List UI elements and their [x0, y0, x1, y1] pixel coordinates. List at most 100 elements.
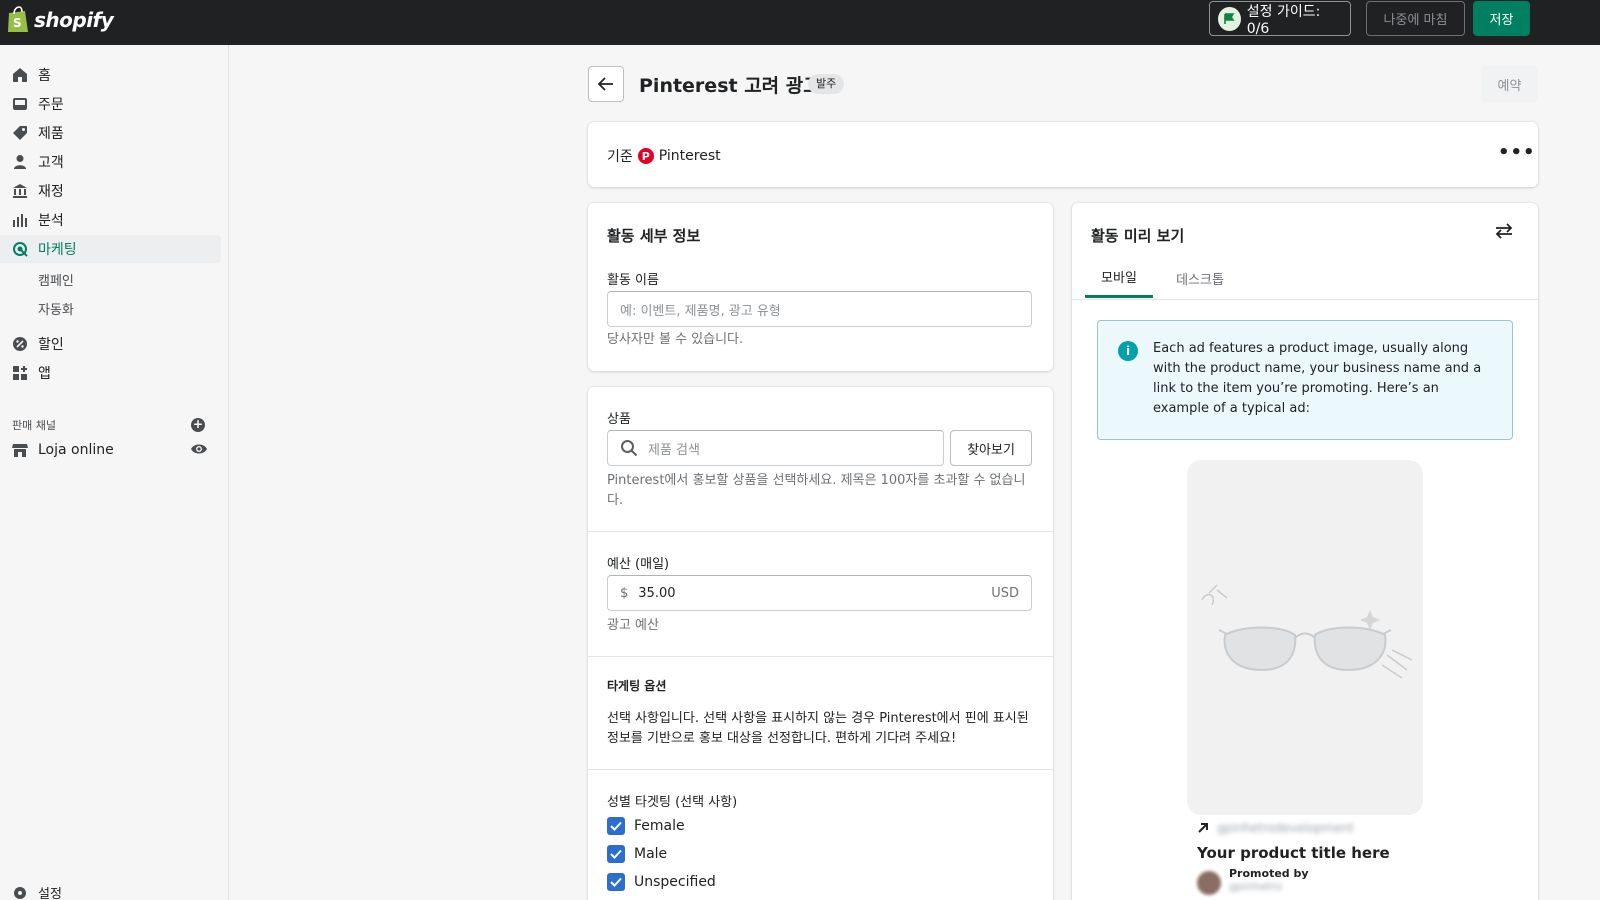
sidebar-item-products[interactable]: 제품 [0, 119, 221, 147]
sidebar-item-label: 제품 [38, 126, 64, 142]
sidebar-item-analytics[interactable]: 분석 [0, 206, 221, 234]
currency-prefix: $ [620, 585, 629, 601]
bank-icon [12, 183, 28, 199]
activity-details-title: 활동 세부 정보 [607, 227, 701, 245]
checkbox-label: Unspecified [634, 874, 716, 890]
promoted-by-label: Promoted by [1229, 867, 1309, 880]
activity-name-label: 활동 이름 [607, 273, 659, 288]
source-card: 기준 P Pinterest ••• [588, 122, 1538, 187]
sidebar-subitem-campaigns[interactable]: 캠페인 [38, 270, 74, 289]
pin-link-url: gpinhetrodevelopment [1217, 821, 1355, 835]
tab-mobile[interactable]: 모바일 [1085, 258, 1153, 298]
gender-targeting-label: 성별 타겟팅 (선택 사항) [607, 795, 738, 810]
arrow-up-right-icon [1198, 823, 1208, 833]
source-platform: Pinterest [658, 148, 721, 164]
add-channel-icon[interactable]: + [191, 418, 205, 432]
sidebar-item-marketing[interactable]: 마케팅 [0, 235, 221, 263]
sidebar-item-discounts[interactable]: 할인 [0, 330, 221, 358]
discount-icon [12, 336, 28, 352]
sales-channels-heading: 판매 채널 [12, 419, 56, 432]
person-icon [12, 154, 28, 170]
arrow-left-icon [598, 77, 613, 91]
pin-product-title: Your product title here [1197, 844, 1390, 862]
flag-icon [1218, 6, 1241, 31]
sidebar-subitem-automations[interactable]: 자동화 [38, 299, 74, 318]
gender-checkbox-male[interactable]: Male [607, 845, 667, 863]
finish-later-button[interactable]: 나중에 마침 [1366, 1, 1465, 36]
tab-desktop[interactable]: 데스크톱 [1165, 258, 1235, 298]
source-prefix: 기준 [607, 149, 633, 165]
sidebar-item-label: 마케팅 [38, 242, 77, 258]
sidebar-item-finance[interactable]: 재정 [0, 177, 221, 205]
settings-label: 설정 [38, 887, 62, 900]
schedule-button[interactable]: 예약 [1481, 66, 1538, 102]
tab-divider [1072, 299, 1538, 300]
divider [588, 769, 1053, 770]
target-icon [12, 241, 28, 257]
shopify-logo[interactable]: S shopify [6, 6, 114, 34]
budget-input[interactable]: $ 35.00 USD [607, 575, 1032, 611]
more-actions-icon[interactable]: ••• [1498, 142, 1536, 163]
sidebar-item-label: 홈 [38, 68, 51, 84]
sidebar-item-label: 분석 [38, 213, 64, 229]
activity-preview-card: 활동 미리 보기 모바일 데스크톱 i Each ad features a p… [1072, 203, 1538, 900]
sidebar-item-settings[interactable]: 설정 [12, 883, 62, 900]
sidebar-item-label: 주문 [38, 97, 64, 113]
swap-icon[interactable] [1495, 223, 1513, 239]
sidebar-item-home[interactable]: 홈 [0, 61, 221, 89]
targeting-title: 타게팅 옵션 [607, 679, 667, 693]
targeting-description: 선택 사항입니다. 선택 사항을 표시하지 않는 경우 Pinterest에서 … [607, 711, 1029, 746]
inbox-icon [12, 96, 28, 112]
currency-suffix: USD [991, 585, 1019, 601]
sidebar-item-label: 고객 [38, 155, 64, 171]
source-info: 기준 P Pinterest [607, 146, 721, 166]
product-search-input[interactable]: 제품 검색 [607, 430, 944, 466]
info-icon: i [1118, 341, 1138, 361]
budget-value: 35.00 [638, 585, 676, 601]
store-icon [12, 442, 28, 458]
save-button[interactable]: 저장 [1473, 1, 1530, 36]
info-text: Each ad features a product image, usuall… [1153, 341, 1482, 416]
browse-button[interactable]: 찾아보기 [950, 430, 1032, 466]
sidebar-item-label: 재정 [38, 184, 64, 200]
preview-title: 활동 미리 보기 [1091, 227, 1185, 245]
logo-text: shopify [34, 8, 114, 32]
product-label: 상품 [607, 412, 631, 427]
eye-icon[interactable] [190, 442, 208, 456]
sidebar-item-orders[interactable]: 주문 [0, 90, 221, 118]
checkbox-label: Female [634, 818, 685, 834]
apps-icon [12, 365, 28, 381]
budget-help: 광고 예산 [607, 618, 659, 633]
checkbox-checked-icon[interactable] [607, 845, 625, 863]
svg-text:S: S [13, 16, 22, 30]
activity-details-card: 활동 세부 정보 활동 이름 예: 이벤트, 제품명, 광고 유형 당사자만 볼… [588, 203, 1053, 371]
setup-guide-button[interactable]: 설정 가이드: 0/6 [1209, 1, 1351, 37]
pin-image-placeholder [1187, 460, 1423, 815]
activity-name-help: 당사자만 볼 수 있습니다. [607, 332, 744, 347]
back-button[interactable] [588, 66, 624, 102]
checkbox-label: Male [634, 846, 668, 862]
checkbox-checked-icon[interactable] [607, 873, 625, 891]
bar-chart-icon [12, 212, 28, 228]
gender-checkbox-unspecified[interactable]: Unspecified [607, 873, 716, 891]
sidebar-item-customers[interactable]: 고객 [0, 148, 221, 176]
gender-checkbox-female[interactable]: Female [607, 817, 685, 835]
promoted-by-name: gpinhetro [1229, 880, 1283, 893]
sidebar-item-online-store[interactable]: Loja online [12, 436, 212, 464]
store-label: Loja online [38, 442, 114, 458]
checkbox-checked-icon[interactable] [607, 817, 625, 835]
sidebar-item-label: 할인 [38, 337, 64, 353]
activity-name-input[interactable]: 예: 이벤트, 제품명, 광고 유형 [607, 291, 1032, 327]
setup-guide-label: 설정 가이드: 0/6 [1246, 3, 1321, 37]
pinterest-logo-icon: P [637, 148, 654, 164]
sidebar-item-apps[interactable]: 앱 [0, 359, 221, 387]
search-icon [621, 440, 638, 457]
sidebar: 홈 주문 제품 고객 재정 분석 마케팅 캠페인 자동화 할인 앱 판매 채널 … [0, 45, 229, 900]
promoted-by-row: Promoted by gpinhetro [1197, 867, 1309, 895]
sidebar-item-label: 앱 [38, 366, 51, 382]
status-badge: 발주 [808, 74, 845, 94]
top-bar: S shopify 설정 가이드: 0/6 나중에 마침 저장 [0, 0, 1600, 45]
tag-icon [12, 125, 28, 141]
page-title: Pinterest 고려 광고 [639, 75, 821, 97]
gear-icon [12, 885, 28, 900]
